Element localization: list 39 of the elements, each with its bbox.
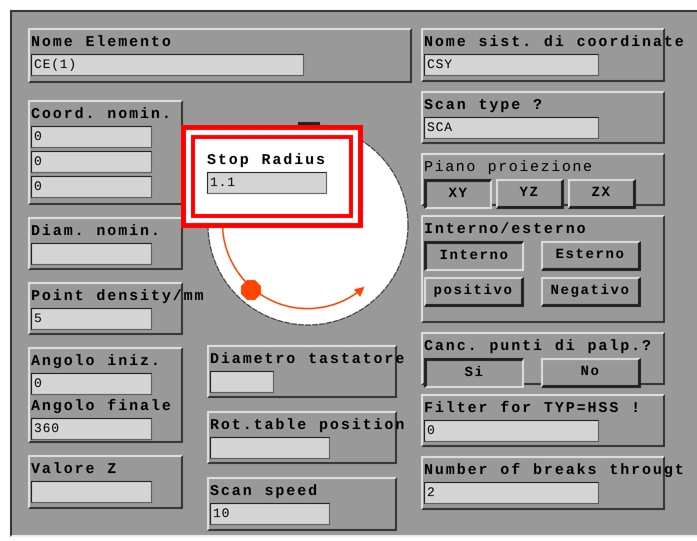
toggle-button[interactable]: Si [424, 358, 524, 388]
toggle-button[interactable]: Negativo [541, 277, 641, 307]
input-field[interactable]: 2 [424, 482, 599, 504]
toggle-button[interactable]: ZX [568, 179, 636, 209]
field-label: Valore Z [31, 461, 118, 478]
field-label: Angolo iniz. [31, 353, 162, 370]
input-field[interactable]: 0 [424, 420, 599, 442]
input-field[interactable]: 10 [210, 503, 330, 525]
toggle-button[interactable]: positivo [424, 277, 524, 307]
input-field[interactable] [210, 437, 330, 459]
input-field[interactable]: 0 [31, 151, 152, 173]
input-field[interactable]: 5 [31, 308, 152, 330]
toggle-button[interactable]: Interno [424, 241, 524, 271]
field-label: Angolo finale [31, 398, 173, 415]
field-label: Interno/esterno [424, 221, 588, 238]
group-caption: Piano proiezione [424, 159, 594, 176]
toggle-button[interactable]: No [541, 358, 641, 388]
input-field[interactable] [31, 243, 152, 265]
input-field[interactable]: 1.1 [207, 172, 327, 194]
input-field[interactable]: CE(1) [31, 54, 304, 76]
field-label: Scan speed [210, 483, 320, 500]
input-field[interactable] [31, 481, 152, 503]
field-label: Scan type ? [424, 97, 544, 114]
input-field[interactable]: 0 [31, 126, 152, 148]
input-field[interactable]: 0 [31, 373, 152, 395]
field-label: Coord. nomin. [31, 106, 173, 123]
field-label: Diam. nomin. [31, 223, 162, 240]
input-field[interactable]: 360 [31, 418, 152, 440]
field-label: Stop Radius [207, 152, 327, 169]
field-label: Nome Elemento [31, 34, 173, 51]
input-field[interactable]: 0 [31, 176, 152, 198]
field-label: Canc. punti di palp.? [424, 338, 653, 355]
field-label: Filter for TYP=HSS ! [424, 400, 642, 417]
toggle-button[interactable]: XY [424, 179, 492, 209]
input-field[interactable] [210, 371, 274, 393]
toggle-button[interactable]: Esterno [541, 241, 641, 271]
input-field[interactable]: SCA [424, 117, 599, 139]
toggle-button[interactable]: YZ [496, 179, 564, 209]
input-field[interactable]: CSY [424, 54, 599, 76]
